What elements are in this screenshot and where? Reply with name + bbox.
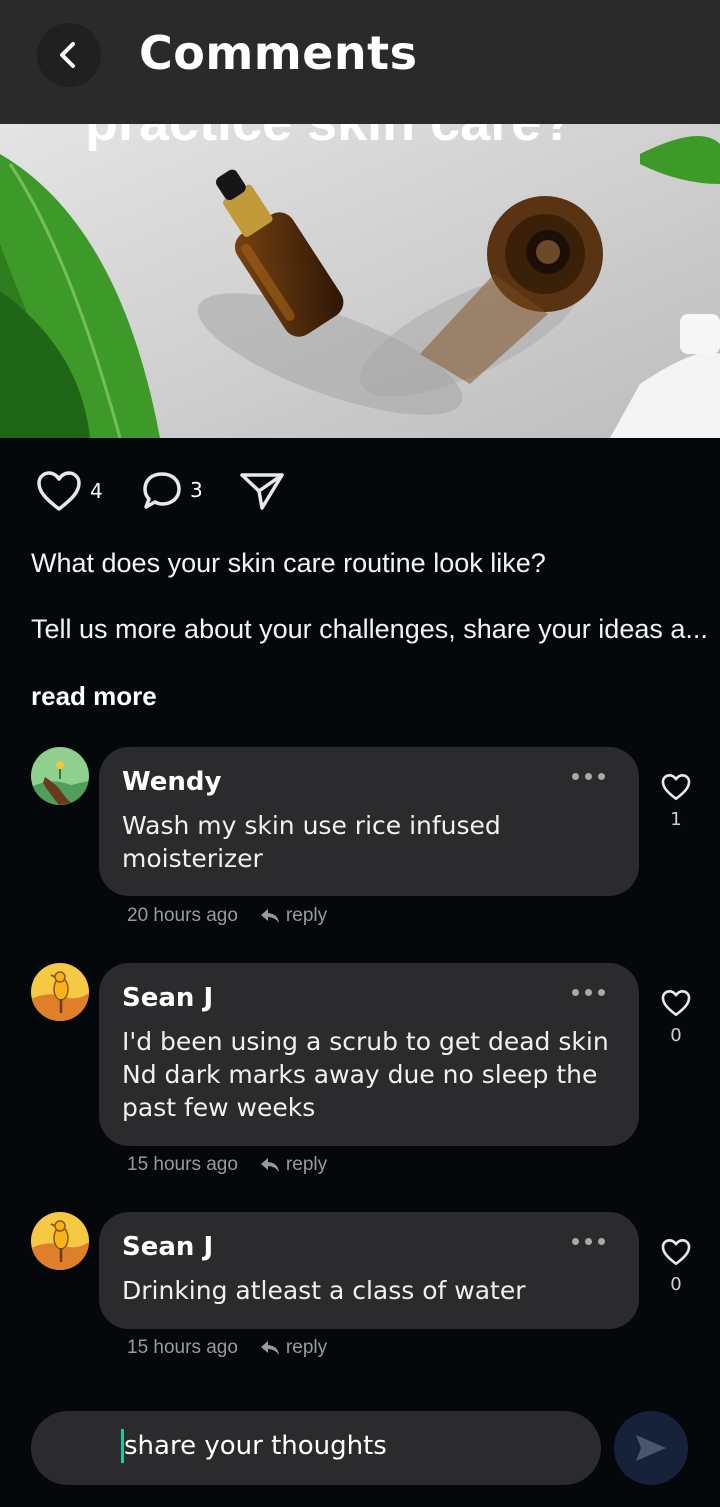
comment-button[interactable]: 3 xyxy=(142,470,203,510)
reply-label: reply xyxy=(285,1337,328,1358)
back-button[interactable] xyxy=(37,23,101,87)
comment-bubble: Sean J I'd been using a scrub to get dea… xyxy=(99,963,639,1146)
reply-label: reply xyxy=(285,905,328,926)
comment-meta: 15 hours ago reply xyxy=(127,1337,327,1359)
comment-timestamp: 20 hours ago xyxy=(127,905,238,926)
more-dots-icon[interactable] xyxy=(572,989,605,996)
heart-icon xyxy=(661,1238,691,1266)
send-button[interactable] xyxy=(614,1411,688,1485)
reply-arrow-icon xyxy=(260,909,279,923)
reply-button[interactable]: reply xyxy=(260,1154,327,1176)
avatar[interactable] xyxy=(31,747,89,805)
comment-bubble: Sean J Drinking atleast a class of water xyxy=(99,1212,639,1329)
comment-input-placeholder: share your thoughts xyxy=(121,1429,387,1463)
post-image: practice skin care? xyxy=(0,124,720,438)
send-icon xyxy=(636,1435,666,1461)
post-description-line-1: What does your skin care routine look li… xyxy=(31,548,546,578)
comment-meta: 15 hours ago reply xyxy=(127,1154,327,1176)
share-button[interactable] xyxy=(238,470,286,512)
comment-input[interactable]: share your thoughts xyxy=(31,1411,601,1485)
comment-count: 3 xyxy=(190,478,203,502)
comment-text: Wash my skin use rice infused moisterize… xyxy=(122,811,501,873)
commenter-name: Sean J xyxy=(122,983,214,1013)
comment-like-count: 0 xyxy=(670,1025,682,1046)
comment-bubble: Wendy Wash my skin use rice infused mois… xyxy=(99,747,639,896)
comment-like-count: 0 xyxy=(670,1274,682,1295)
read-more-link[interactable]: read more xyxy=(31,681,157,712)
commenter-name: Wendy xyxy=(122,767,222,797)
heart-icon xyxy=(661,773,691,801)
reply-label: reply xyxy=(285,1154,328,1175)
reply-arrow-icon xyxy=(260,1341,279,1355)
commenter-name: Sean J xyxy=(122,1232,214,1262)
image-caption: practice skin care? xyxy=(85,124,574,152)
reply-arrow-icon xyxy=(260,1158,279,1172)
comment-meta: 20 hours ago reply xyxy=(127,905,327,927)
like-button[interactable]: 4 xyxy=(36,470,103,512)
chevron-left-icon xyxy=(60,42,75,68)
comment-like-button[interactable]: 0 xyxy=(660,989,692,1046)
comment-timestamp: 15 hours ago xyxy=(127,1154,238,1175)
top-app-bar: Comments xyxy=(0,0,720,124)
page-title: Comments xyxy=(139,26,418,80)
heart-icon xyxy=(661,989,691,1017)
comment-like-button[interactable]: 1 xyxy=(660,773,692,830)
paper-plane-icon xyxy=(240,473,284,510)
reply-button[interactable]: reply xyxy=(260,905,327,927)
heart-icon xyxy=(37,471,81,511)
post-description-line-2: Tell us more about your challenges, shar… xyxy=(31,614,708,644)
comment-text: I'd been using a scrub to get dead skin … xyxy=(122,1027,609,1122)
reply-button[interactable]: reply xyxy=(260,1337,327,1359)
comment-like-count: 1 xyxy=(670,809,682,830)
speech-bubble-icon xyxy=(143,472,181,509)
comment-like-button[interactable]: 0 xyxy=(660,1238,692,1295)
comment-timestamp: 15 hours ago xyxy=(127,1337,238,1358)
avatar[interactable] xyxy=(31,963,89,1021)
like-count: 4 xyxy=(90,479,103,503)
more-dots-icon[interactable] xyxy=(572,773,605,780)
more-dots-icon[interactable] xyxy=(572,1238,605,1245)
avatar[interactable] xyxy=(31,1212,89,1270)
comment-text: Drinking atleast a class of water xyxy=(122,1276,526,1305)
